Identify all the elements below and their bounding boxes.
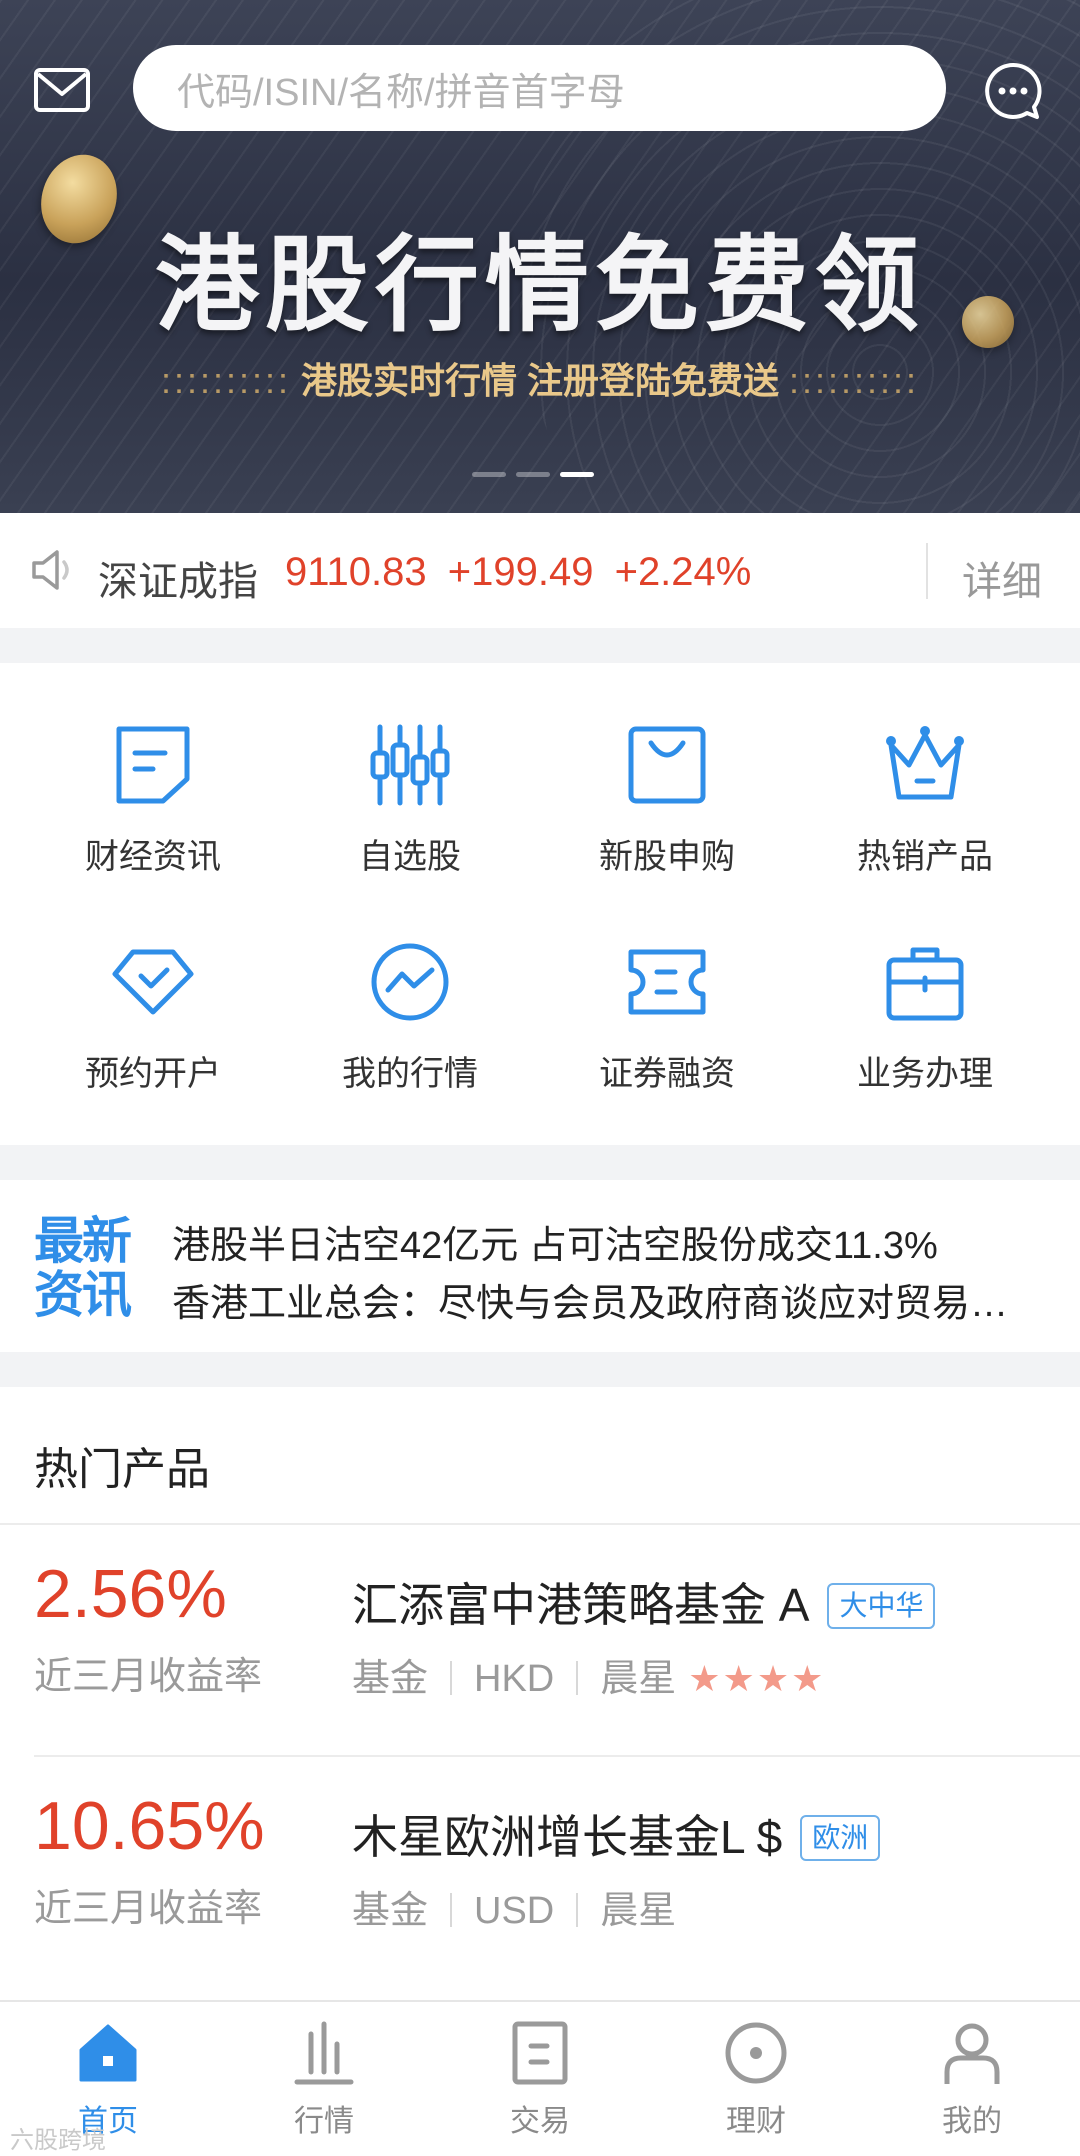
menu-item-ipo-subscription[interactable]: 新股申购 (532, 723, 802, 878)
menu-item-hot-products[interactable]: 热销产品 (790, 723, 1060, 878)
product-type: 基金 (352, 1890, 429, 1932)
product-name: 木星欧洲增长基金L $ (352, 1811, 783, 1863)
divider (926, 543, 928, 599)
tab-me[interactable]: 我的 (864, 2020, 1080, 2140)
tab-trade[interactable]: 交易 (432, 2020, 648, 2140)
menu-item-finance-news[interactable]: 财经资讯 (18, 723, 288, 878)
product-return-label: 近三月收益率 (34, 1888, 263, 1930)
hot-products-section: 热门产品 2.56% 近三月收益率 汇添富中港策略基金 A 大中华 基金 HKD 晨星… (0, 1387, 1080, 2000)
banner-subtitle: :::::::::: 港股实时行情 注册登陆免费送 :::::::::: (160, 360, 920, 401)
star-rating-icon: ★★★★ (688, 1658, 826, 1699)
news-headline[interactable]: 香港工业总会：尽快与会员及政府商谈应对贸易战的措施 (172, 1272, 1040, 1327)
rating-source: 晨星 (600, 1658, 677, 1700)
shopping-bag-icon (628, 726, 706, 804)
menu-item-my-quotes[interactable]: 我的行情 (275, 940, 545, 1095)
product-currency: HKD (474, 1658, 555, 1700)
menu-item-account-booking[interactable]: 预约开户 (18, 940, 288, 1095)
product-meta: 基金 HKD 晨星 ★★★★ (352, 1647, 825, 1702)
menu-item-business-service[interactable]: 业务办理 (790, 940, 1060, 1095)
product-currency: USD (474, 1890, 555, 1932)
tab-market[interactable]: 行情 (216, 2020, 432, 2140)
mail-icon[interactable] (32, 60, 92, 120)
briefcase-icon (886, 947, 964, 1021)
page-dot (516, 472, 550, 477)
index-change: +199.49 (447, 550, 594, 594)
banner-headline: 港股行情免费领 (154, 228, 925, 344)
product-card[interactable]: 10.65% 近三月收益率 木星欧洲增长基金L $ 欧洲 基金 USD 晨星 (0, 1757, 1080, 1987)
search-input[interactable]: 代码/ISIN/名称/拼音首字母 (133, 45, 946, 131)
trade-doc-icon (512, 2021, 568, 2085)
product-meta: 基金 USD 晨星 (352, 1879, 676, 1934)
index-ticker[interactable]: 深证成指 9110.83 +199.49 +2.24% 详细 (0, 513, 1080, 628)
index-value: 9110.83 (285, 550, 427, 594)
feature-grid: 财经资讯 自选股 新股申购 热销产品 预约开户 我的行情 证券融资 业务办理 (0, 663, 1080, 1145)
crown-icon (886, 726, 964, 800)
product-name-row: 木星欧洲增长基金L $ 欧洲 (352, 1801, 881, 1867)
product-name: 汇添富中港策略基金 A (352, 1579, 810, 1631)
tab-wealth[interactable]: 理财 (648, 2020, 864, 2140)
index-values: 9110.83 +199.49 +2.24% (285, 550, 751, 595)
ticket-icon (628, 949, 706, 1015)
product-card[interactable]: 2.56% 近三月收益率 汇添富中港策略基金 A 大中华 基金 HKD 晨星 ★★★★ (0, 1525, 1080, 1755)
product-return-rate: 10.65% (34, 1788, 265, 1864)
section-title: 热门产品 (34, 1445, 210, 1494)
page-dot (472, 472, 506, 477)
news-doc-icon (116, 726, 190, 804)
region-badge: 大中华 (827, 1583, 936, 1629)
menu-item-watchlist[interactable]: 自选股 (275, 723, 545, 878)
banner-page-indicator (472, 472, 594, 477)
product-type: 基金 (352, 1658, 429, 1700)
wealth-circle-icon (725, 2022, 787, 2084)
trend-circle-icon (371, 943, 449, 1021)
news-headline[interactable]: 港股半日沽空42亿元 占可沽空股份成交11.3% (172, 1214, 938, 1269)
latest-news[interactable]: 最新 资讯 港股半日沽空42亿元 占可沽空股份成交11.3% 香港工业总会：尽快… (0, 1180, 1080, 1352)
page-dot-active (560, 472, 594, 477)
menu-item-securities-financing[interactable]: 证券融资 (532, 940, 802, 1095)
check-tag-icon (112, 949, 194, 1015)
bar-chart-icon (294, 2021, 354, 2085)
watermark: 六股跨境 (10, 2127, 106, 2154)
candlestick-icon (370, 724, 450, 806)
search-placeholder: 代码/ISIN/名称/拼音首字母 (177, 71, 625, 114)
news-tag: 最新 资讯 (34, 1213, 132, 1323)
bottom-tab-bar: 首页 行情 交易 理财 我的 (0, 2000, 1080, 2156)
region-badge: 欧洲 (800, 1815, 881, 1861)
chat-bubble-icon[interactable] (982, 60, 1044, 122)
product-return-label: 近三月收益率 (34, 1656, 263, 1698)
promo-banner[interactable]: 代码/ISIN/名称/拼音首字母 港股行情免费领 :::::::::: 港股实时… (0, 0, 1080, 513)
index-name: 深证成指 (98, 560, 258, 604)
speaker-icon (32, 550, 69, 590)
rating-source: 晨星 (600, 1890, 677, 1932)
product-return-rate: 2.56% (34, 1556, 227, 1632)
detail-link[interactable]: 详细 (962, 549, 1042, 607)
user-icon (944, 2023, 1000, 2084)
home-icon (79, 2024, 137, 2082)
index-change-pct: +2.24% (614, 550, 752, 594)
product-name-row: 汇添富中港策略基金 A 大中华 (352, 1569, 936, 1635)
